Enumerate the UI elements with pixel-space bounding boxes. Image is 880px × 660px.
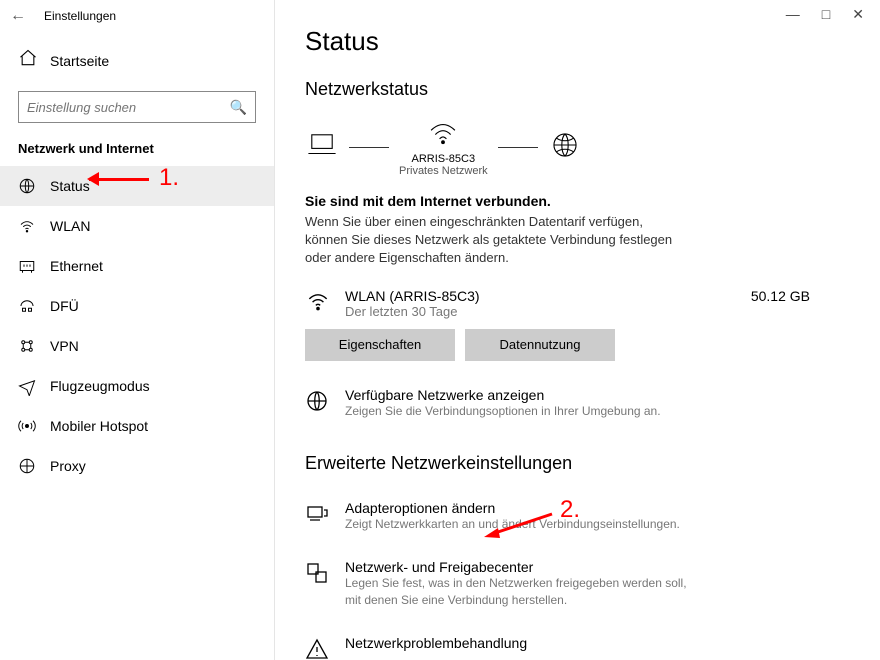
adapter-sub: Zeigt Netzwerkkarten an und ändert Verbi… bbox=[345, 516, 680, 533]
adapter-title: Adapteroptionen ändern bbox=[345, 500, 680, 516]
sidebar-item-dfu[interactable]: DFÜ bbox=[0, 286, 274, 326]
ethernet-icon bbox=[18, 256, 36, 276]
sidebar-item-proxy[interactable]: Proxy bbox=[0, 446, 274, 486]
sharing-title: Netzwerk- und Freigabecenter bbox=[345, 559, 705, 575]
category-header: Netzwerk und Internet bbox=[0, 137, 274, 166]
search-input[interactable]: 🔍 bbox=[18, 91, 256, 123]
usage-period: Der letzten 30 Tage bbox=[345, 304, 480, 319]
connected-text: Wenn Sie über einen eingeschränkten Date… bbox=[305, 213, 685, 268]
usage-name: WLAN (ARRIS-85C3) bbox=[345, 288, 480, 304]
connected-heading: Sie sind mit dem Internet verbunden. bbox=[305, 193, 850, 209]
maximize-button[interactable]: □ bbox=[822, 6, 830, 23]
search-icon: 🔍 bbox=[230, 99, 247, 116]
advanced-heading: Erweiterte Netzwerkeinstellungen bbox=[305, 453, 850, 474]
sidebar-item-label: VPN bbox=[50, 338, 79, 354]
sidebar-item-label: Mobiler Hotspot bbox=[50, 418, 148, 434]
laptop-icon bbox=[305, 131, 339, 164]
sidebar-item-vpn[interactable]: VPN bbox=[0, 326, 274, 366]
window-title: Einstellungen bbox=[44, 9, 116, 23]
back-button[interactable]: ← bbox=[10, 7, 26, 25]
option-adapter[interactable]: Adapteroptionen ändern Zeigt Netzwerkkar… bbox=[305, 500, 850, 533]
dialup-icon bbox=[18, 296, 36, 316]
option-troubleshoot[interactable]: Netzwerkproblembehandlung bbox=[305, 635, 850, 660]
wifi-diagram-icon bbox=[426, 133, 460, 150]
diagram-nettype: Privates Netzwerk bbox=[399, 165, 488, 177]
sidebar-item-ethernet[interactable]: Ethernet bbox=[0, 246, 274, 286]
network-diagram: ARRIS-85C3 Privates Netzwerk bbox=[305, 118, 850, 177]
sidebar-item-wlan[interactable]: WLAN bbox=[0, 206, 274, 246]
sharing-sub: Legen Sie fest, was in den Netzwerken fr… bbox=[345, 575, 705, 609]
search-field[interactable] bbox=[27, 100, 230, 115]
adapter-icon bbox=[305, 500, 331, 531]
sidebar-item-label: DFÜ bbox=[50, 298, 79, 314]
properties-button[interactable]: Eigenschaften bbox=[305, 329, 455, 361]
sidebar-item-airplane[interactable]: Flugzeugmodus bbox=[0, 366, 274, 406]
usage-amount: 50.12 GB bbox=[751, 288, 850, 304]
data-usage-button[interactable]: Datennutzung bbox=[465, 329, 615, 361]
globe-option-icon bbox=[305, 387, 331, 418]
option-available-networks[interactable]: Verfügbare Netzwerke anzeigen Zeigen Sie… bbox=[305, 387, 850, 420]
available-networks-sub: Zeigen Sie die Verbindungsoptionen in Ih… bbox=[345, 403, 661, 420]
vpn-icon bbox=[18, 336, 36, 356]
home-icon bbox=[18, 48, 38, 73]
close-button[interactable]: ✕ bbox=[852, 6, 864, 23]
wifi-usage-icon bbox=[305, 288, 331, 319]
hotspot-icon bbox=[18, 416, 36, 436]
warning-icon bbox=[305, 635, 331, 660]
network-status-heading: Netzwerkstatus bbox=[305, 79, 850, 100]
proxy-icon bbox=[18, 456, 36, 476]
sidebar-item-label: Flugzeugmodus bbox=[50, 378, 150, 394]
sidebar-item-status[interactable]: Status bbox=[0, 166, 274, 206]
diagram-line bbox=[349, 147, 389, 148]
page-title: Status bbox=[305, 26, 850, 57]
troubleshoot-title: Netzwerkproblembehandlung bbox=[345, 635, 527, 651]
home-link[interactable]: Startseite bbox=[0, 40, 274, 81]
globe-icon bbox=[18, 176, 36, 196]
sidebar-item-hotspot[interactable]: Mobiler Hotspot bbox=[0, 406, 274, 446]
sidebar-item-label: Proxy bbox=[50, 458, 86, 474]
available-networks-title: Verfügbare Netzwerke anzeigen bbox=[345, 387, 661, 403]
sidebar-item-label: WLAN bbox=[50, 218, 90, 234]
diagram-line bbox=[498, 147, 538, 148]
sharing-icon bbox=[305, 559, 331, 590]
home-label: Startseite bbox=[50, 53, 109, 69]
globe-diagram-icon bbox=[548, 131, 582, 164]
option-sharing[interactable]: Netzwerk- und Freigabecenter Legen Sie f… bbox=[305, 559, 850, 609]
diagram-ssid: ARRIS-85C3 bbox=[399, 153, 488, 165]
minimize-button[interactable]: — bbox=[786, 6, 800, 23]
sidebar-item-label: Ethernet bbox=[50, 258, 103, 274]
sidebar-item-label: Status bbox=[50, 178, 90, 194]
wifi-icon bbox=[18, 216, 36, 236]
airplane-icon bbox=[18, 376, 36, 396]
